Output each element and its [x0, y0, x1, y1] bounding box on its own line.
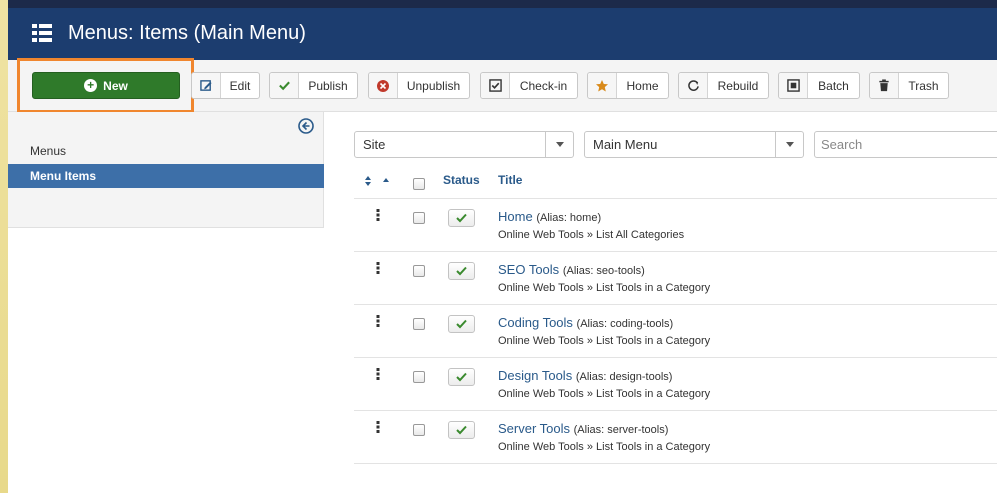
table-divider [354, 198, 997, 199]
collapse-sidebar-icon[interactable] [298, 118, 314, 134]
table-divider [354, 251, 997, 252]
item-path: Online Web Tools » List Tools in a Categ… [498, 441, 711, 453]
search-input[interactable] [814, 131, 997, 158]
unpublish-button[interactable]: Unpublish [368, 72, 470, 99]
chevron-down-icon [545, 132, 573, 157]
publish-toggle[interactable] [448, 315, 475, 333]
row-checkbox[interactable] [413, 318, 425, 330]
drag-handle-icon[interactable] [376, 368, 380, 380]
table-divider [354, 304, 997, 305]
publish-button[interactable]: Publish [269, 72, 358, 99]
item-title-text: Server Tools [498, 421, 571, 436]
check-icon [456, 425, 467, 435]
item-title-link[interactable]: Coding Tools (Alias: coding-tools) [498, 315, 673, 330]
item-title-link[interactable]: SEO Tools (Alias: seo-tools) [498, 262, 645, 277]
item-title-link[interactable]: Design Tools (Alias: design-tools) [498, 368, 672, 383]
drag-handle-icon[interactable] [376, 421, 380, 433]
status-column-header[interactable]: Status [443, 173, 480, 187]
publish-toggle[interactable] [448, 368, 475, 386]
publish-toggle[interactable] [448, 421, 475, 439]
check-icon [456, 266, 467, 276]
client-select[interactable]: Site [354, 131, 574, 158]
row-checkbox[interactable] [413, 212, 425, 224]
publish-toggle[interactable] [448, 262, 475, 280]
page-title: Menus: Items (Main Menu) [68, 22, 306, 44]
trash-button-label: Trash [908, 78, 939, 93]
item-alias: (Alias: coding-tools) [576, 318, 674, 330]
home-button[interactable]: Home [587, 72, 669, 99]
batch-button[interactable]: Batch [778, 72, 860, 99]
unpublish-button-label: Unpublish [406, 78, 461, 93]
new-button-label: New [103, 78, 128, 93]
list-icon [32, 24, 52, 42]
drag-handle-icon[interactable] [376, 262, 380, 274]
edit-button-label: Edit [229, 78, 251, 93]
edit-icon [192, 73, 221, 98]
menu-select[interactable]: Main Menu [584, 131, 804, 158]
menu-select-value: Main Menu [593, 137, 658, 152]
rebuild-button-label: Rebuild [717, 78, 759, 93]
item-alias: (Alias: server-tools) [573, 424, 669, 436]
table-divider [354, 463, 997, 464]
home-button-label: Home [626, 78, 659, 93]
table-divider [354, 410, 997, 411]
drag-handle-icon[interactable] [376, 209, 380, 221]
item-alias: (Alias: home) [536, 212, 602, 224]
drag-handle-icon[interactable] [376, 315, 380, 327]
client-select-value: Site [363, 137, 386, 152]
check-icon [456, 319, 467, 329]
chevron-down-icon [775, 132, 803, 157]
sort-ordering-icon[interactable] [364, 175, 390, 187]
left-edge-strip [0, 0, 8, 493]
item-alias: (Alias: seo-tools) [562, 265, 645, 277]
checkin-button-label: Check-in [519, 78, 568, 93]
item-path: Online Web Tools » List Tools in a Categ… [498, 388, 711, 400]
item-title-link[interactable]: Server Tools (Alias: server-tools) [498, 421, 668, 436]
item-path: Online Web Tools » List All Categories [498, 229, 685, 241]
edit-button[interactable]: Edit [191, 72, 260, 99]
batch-button-label: Batch [818, 78, 849, 93]
row-checkbox[interactable] [413, 265, 425, 277]
row-checkbox[interactable] [413, 371, 425, 383]
check-icon [270, 73, 299, 98]
item-path: Online Web Tools » List Tools in a Categ… [498, 282, 711, 294]
plus-icon: + [84, 79, 98, 92]
check-icon [456, 213, 467, 223]
item-path: Online Web Tools » List Tools in a Categ… [498, 335, 711, 347]
trash-icon [870, 73, 899, 98]
publish-button-label: Publish [308, 78, 348, 93]
item-title-link[interactable]: Home (Alias: home) [498, 209, 601, 224]
item-alias: (Alias: design-tools) [575, 371, 673, 383]
item-title-text: Home [498, 209, 533, 224]
unpublish-icon [369, 73, 398, 98]
title-column-header[interactable]: Title [498, 173, 522, 187]
new-button[interactable]: + New [32, 72, 180, 99]
select-all-checkbox[interactable] [413, 178, 425, 190]
sidebar-item-menus[interactable]: Menus [8, 139, 324, 163]
check-icon [456, 372, 467, 382]
item-title-text: Design Tools [498, 368, 573, 383]
sidebar-item-menu-items[interactable]: Menu Items [8, 164, 324, 188]
page-header: Menus: Items (Main Menu) [8, 8, 997, 60]
checkin-button[interactable]: Check-in [480, 72, 578, 99]
publish-toggle[interactable] [448, 209, 475, 227]
item-title-text: Coding Tools [498, 315, 573, 330]
star-icon [588, 73, 617, 98]
rebuild-button[interactable]: Rebuild [678, 72, 769, 99]
item-title-text: SEO Tools [498, 262, 560, 277]
batch-icon [779, 73, 808, 98]
row-checkbox[interactable] [413, 424, 425, 436]
top-bar [8, 0, 997, 8]
refresh-icon [679, 73, 708, 98]
checkin-icon [481, 73, 510, 98]
table-divider [354, 357, 997, 358]
trash-button[interactable]: Trash [869, 72, 949, 99]
